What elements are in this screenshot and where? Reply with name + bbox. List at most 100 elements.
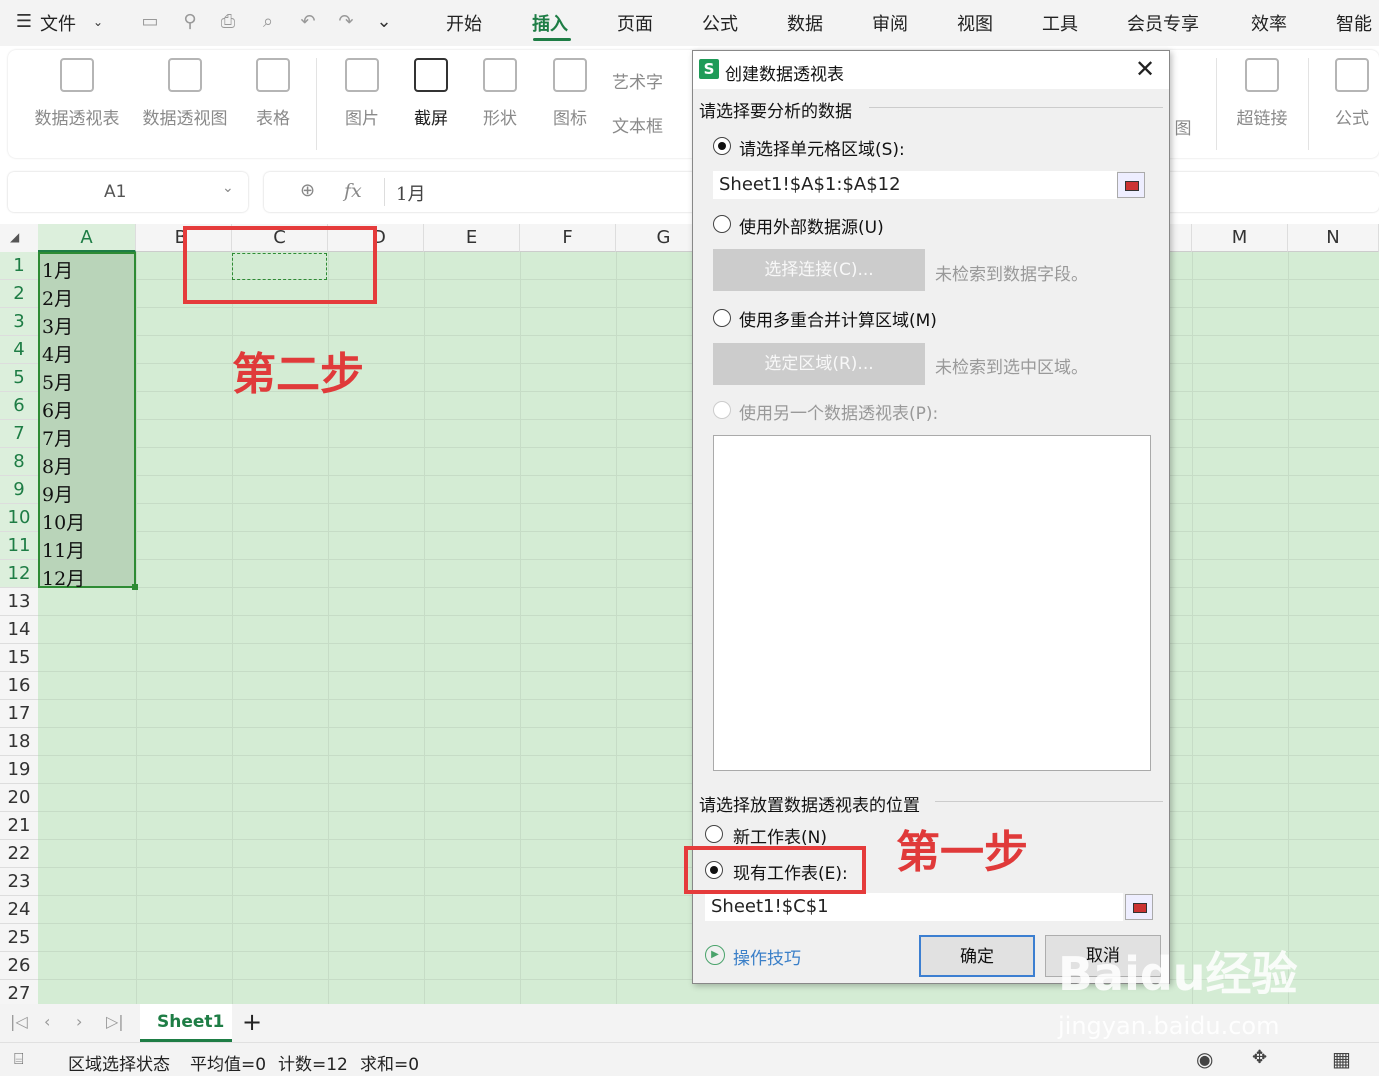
picture-button[interactable]: 图片 <box>334 58 390 129</box>
row-header[interactable]: 24 <box>0 896 38 924</box>
chart-dropdown-partial[interactable]: 图 <box>1168 114 1198 139</box>
row-header[interactable]: 19 <box>0 756 38 784</box>
row-header[interactable]: 13 <box>0 588 38 616</box>
cell-a12[interactable]: 12月 <box>42 564 85 591</box>
textbox-button[interactable]: 文本框 <box>612 112 698 137</box>
column-header-n[interactable]: N <box>1288 224 1379 252</box>
formula-button[interactable]: 公式 <box>1324 58 1379 129</box>
label-external-source[interactable]: 使用外部数据源(U) <box>739 213 884 238</box>
cell-a9[interactable]: 9月 <box>42 480 73 507</box>
tab-data[interactable]: 数据 <box>787 10 823 36</box>
cell-a6[interactable]: 6月 <box>42 396 73 423</box>
row-header[interactable]: 21 <box>0 812 38 840</box>
row-header[interactable]: 15 <box>0 644 38 672</box>
row-header[interactable]: 11 <box>0 532 38 560</box>
row-header[interactable]: 8 <box>0 448 38 476</box>
column-header-f[interactable]: F <box>520 224 616 252</box>
tab-view[interactable]: 视图 <box>957 10 993 36</box>
row-header[interactable]: 4 <box>0 336 38 364</box>
macro-icon[interactable]: ⌸ <box>14 1049 24 1069</box>
radio-external-source[interactable] <box>713 215 731 233</box>
column-header-l-partial[interactable] <box>1170 224 1192 252</box>
row-header[interactable]: 20 <box>0 784 38 812</box>
zoom-formula-icon[interactable]: ⊕ <box>300 180 315 201</box>
column-header-e[interactable]: E <box>424 224 520 252</box>
cell-a3[interactable]: 3月 <box>42 312 73 339</box>
cell-a4[interactable]: 4月 <box>42 340 73 367</box>
close-icon[interactable]: ✕ <box>1135 55 1155 83</box>
cell-a1[interactable]: 1月 <box>42 256 73 283</box>
print-icon[interactable]: ⎙ <box>216 10 240 34</box>
chevron-down-icon[interactable]: ⌄ <box>86 10 110 34</box>
cell-a11[interactable]: 11月 <box>42 536 85 563</box>
row-header[interactable]: 25 <box>0 924 38 952</box>
icon-button[interactable]: 图标 <box>548 58 592 129</box>
row-header[interactable]: 7 <box>0 420 38 448</box>
radio-new-sheet[interactable] <box>705 825 723 843</box>
column-header-a[interactable]: A <box>38 224 136 252</box>
column-header-m[interactable]: M <box>1192 224 1288 252</box>
row-header[interactable]: 22 <box>0 840 38 868</box>
screenshot-button[interactable]: 截屏 <box>404 58 458 129</box>
first-sheet-icon[interactable]: |◁ <box>10 1012 28 1031</box>
share-icon[interactable]: ⚲ <box>178 10 202 34</box>
row-header[interactable]: 18 <box>0 728 38 756</box>
last-sheet-icon[interactable]: ▷| <box>106 1012 124 1031</box>
normal-view-icon[interactable]: ▦ <box>1332 1047 1351 1071</box>
play-tips-icon[interactable]: ▶ <box>705 945 725 965</box>
hyperlink-button[interactable]: 超链接 <box>1234 58 1290 129</box>
print-preview-icon[interactable]: ⌕ <box>256 10 280 34</box>
next-sheet-icon[interactable]: › <box>76 1012 82 1031</box>
tab-tools[interactable]: 工具 <box>1042 10 1078 36</box>
row-header[interactable]: 14 <box>0 616 38 644</box>
undo-icon[interactable]: ↶ <box>296 10 320 34</box>
tab-start[interactable]: 开始 <box>446 10 482 36</box>
pivot-chart-button[interactable]: 数据透视图 <box>138 58 232 129</box>
label-new-sheet[interactable]: 新工作表(N) <box>733 823 827 848</box>
table-button[interactable]: 表格 <box>248 58 298 129</box>
name-box[interactable]: A1 ⌄ <box>8 172 248 212</box>
row-header[interactable]: 1 <box>0 252 38 280</box>
tab-ai[interactable]: 智能 <box>1336 10 1372 36</box>
cell-a5[interactable]: 5月 <box>42 368 73 395</box>
label-cell-range[interactable]: 请选择单元格区域(S): <box>739 135 905 160</box>
select-all-corner[interactable]: ◢ <box>0 224 38 252</box>
row-header[interactable]: 9 <box>0 476 38 504</box>
hamburger-menu-icon[interactable]: ☰ <box>12 10 36 34</box>
row-header[interactable]: 23 <box>0 868 38 896</box>
range-picker-icon[interactable] <box>1117 172 1145 198</box>
range-input[interactable]: Sheet1!$A$1:$A$12 <box>713 171 1117 199</box>
pivot-table-button[interactable]: 数据透视表 <box>30 58 124 129</box>
row-header[interactable]: 6 <box>0 392 38 420</box>
chevron-down-icon[interactable]: ⌄ <box>222 180 234 196</box>
row-header[interactable]: 5 <box>0 364 38 392</box>
tab-review[interactable]: 审阅 <box>872 10 908 36</box>
location-input[interactable]: Sheet1!$C$1 <box>705 893 1123 921</box>
tab-insert[interactable]: 插入 <box>532 10 568 36</box>
save-icon[interactable]: ▭ <box>138 10 162 34</box>
row-header[interactable]: 3 <box>0 308 38 336</box>
ok-button[interactable]: 确定 <box>919 935 1035 977</box>
status-average[interactable]: 平均值=0 <box>190 1050 266 1075</box>
row-header[interactable]: 26 <box>0 952 38 980</box>
row-header[interactable]: 17 <box>0 700 38 728</box>
location-picker-icon[interactable] <box>1125 894 1153 920</box>
shape-button[interactable]: 形状 <box>472 58 528 129</box>
row-header[interactable]: 12 <box>0 560 38 588</box>
sheet-tab[interactable]: Sheet1 <box>140 1004 232 1042</box>
select-area-button[interactable]: 选定区域(R)... <box>713 343 925 385</box>
row-header[interactable]: 2 <box>0 280 38 308</box>
status-sum[interactable]: 求和=0 <box>360 1050 419 1075</box>
prev-sheet-icon[interactable]: ‹ <box>44 1012 50 1031</box>
row-header[interactable]: 16 <box>0 672 38 700</box>
cell-a8[interactable]: 8月 <box>42 452 73 479</box>
wordart-button[interactable]: 艺术字 <box>612 68 698 93</box>
file-menu[interactable]: 文件 <box>40 10 76 36</box>
tab-member[interactable]: 会员专享 <box>1127 10 1199 36</box>
pivot-list-box[interactable] <box>713 435 1151 771</box>
label-multi-consolidation[interactable]: 使用多重合并计算区域(M) <box>739 306 937 331</box>
more-chevron-icon[interactable]: ⌄ <box>372 10 396 34</box>
radio-cell-range[interactable] <box>713 137 731 155</box>
cell-a10[interactable]: 10月 <box>42 508 85 535</box>
select-connection-button[interactable]: 选择连接(C)... <box>713 249 925 291</box>
